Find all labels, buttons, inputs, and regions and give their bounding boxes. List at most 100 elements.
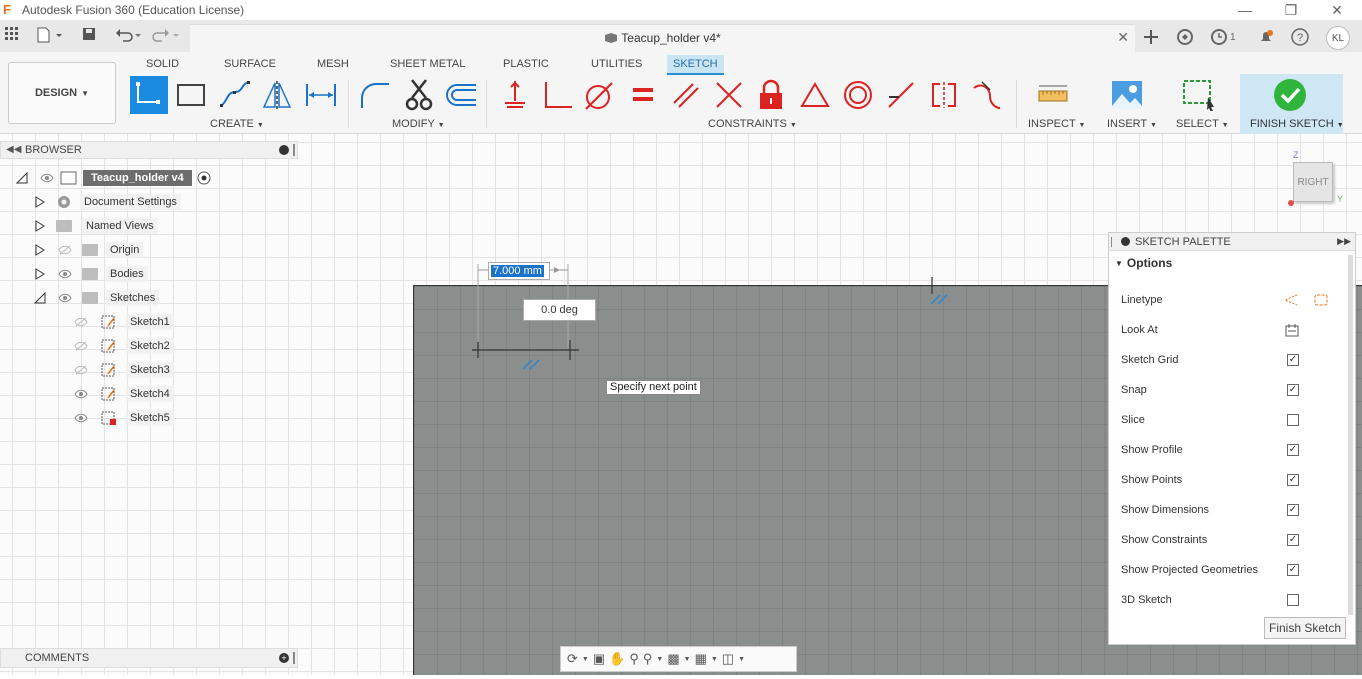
browser-item-sketches[interactable]: Sketches [34,288,160,308]
palette-row-label: Slice [1121,414,1145,426]
visibility-eye-icon[interactable] [58,269,72,279]
length-dimension-value: 7.000 mm [491,265,544,277]
visibility-eye-icon[interactable] [58,293,72,303]
snap-checkbox[interactable]: ✓ [1287,384,1299,396]
angle-dimension-input[interactable]: 0.0 deg [523,299,596,321]
browser-sketch-row[interactable]: Sketch1 [74,312,174,332]
browser-sketch-row[interactable]: Sketch4 [74,384,174,404]
browser-sketch-row[interactable]: Sketch3 [74,360,174,380]
view-cube[interactable]: RIGHT [1293,162,1333,202]
centerline-linetype-icon[interactable] [1313,293,1329,307]
caret-down-icon[interactable]: ▼ [582,656,589,663]
look-at-nav-icon[interactable]: ▣ [593,651,605,667]
palette-row-label: Show Points [1121,474,1183,486]
caret-down-icon: ▼ [1115,258,1123,268]
browser-item-named-views[interactable]: Named Views [34,216,158,236]
pan-hand-icon[interactable]: ✋ [609,651,625,667]
construction-linetype-icon[interactable] [1283,293,1299,307]
parallel-constraint-glyph [930,294,948,305]
activate-radio-icon[interactable] [197,171,211,185]
caret-down-icon[interactable]: ▼ [684,656,691,663]
fit-zoom-icon[interactable]: ⚲ [643,651,653,667]
collapse-triangle-icon[interactable] [16,172,28,184]
palette-row-snap: Snap ✓ [1121,380,1341,400]
component-icon [60,171,77,185]
sketch-label: Sketch3 [126,362,174,378]
sketch-palette-header[interactable]: SKETCH PALETTE ▶▶ [1109,233,1355,251]
minimize-panel-icon[interactable] [279,145,289,155]
expand-triangle-icon[interactable] [34,268,46,280]
folder-icon [82,292,98,304]
browser-item-origin[interactable]: Origin [34,240,144,260]
show-dimensions-checkbox[interactable]: ✓ [1287,504,1299,516]
sketch-icon [101,363,115,377]
sketch-icon [101,339,115,353]
parallel-constraint-glyph [522,359,540,370]
hidden-eye-icon[interactable] [74,365,88,375]
axis-y-label: Y [1337,194,1344,204]
cursor-tooltip: Specify next point [606,380,701,395]
browser-root-node[interactable]: Teacup_holder v4 [16,168,211,188]
hidden-eye-icon[interactable] [74,341,88,351]
finish-sketch-button[interactable]: Finish Sketch [1264,617,1346,639]
add-comment-icon[interactable]: + [279,653,289,663]
browser-item-document-settings[interactable]: Document Settings [34,192,181,212]
grid-settings-icon[interactable]: ▦ [695,651,707,667]
hidden-eye-icon[interactable] [58,245,72,255]
visibility-eye-icon[interactable] [74,389,88,399]
caret-down-icon[interactable]: ▼ [711,656,718,663]
browser-item-label: Sketches [106,290,160,306]
palette-row-label: Show Profile [1121,444,1183,456]
expand-panel-icon[interactable]: ▶▶ [1337,236,1351,247]
visibility-eye-icon[interactable] [40,173,54,183]
expand-triangle-icon[interactable] [34,196,46,208]
panel-resize-handle[interactable] [293,144,295,156]
collapse-triangle-icon[interactable] [34,292,46,304]
visibility-eye-icon[interactable] [74,413,88,423]
root-component-label: Teacup_holder v4 [83,170,192,186]
palette-row-linetype: Linetype [1121,290,1341,310]
navigation-bar: ⟳ ▼ ▣ ✋ ⚲ ⚲ ▼ ▩ ▼ ▦ ▼ ◫ ▼ [560,646,797,672]
panel-resize-handle[interactable] [293,652,295,664]
browser-panel-header[interactable]: ◀◀ BROWSER [0,141,298,159]
sketch-active-icon [101,411,116,425]
palette-row-show-projected-geometries: Show Projected Geometries ✓ [1121,560,1341,580]
browser-sketch-row[interactable]: Sketch5 [74,408,174,428]
sketch-label: Sketch1 [126,314,174,330]
slice-checkbox[interactable] [1287,414,1299,426]
folder-icon [56,220,72,232]
sketch-icon [101,387,115,401]
browser-item-label: Named Views [82,218,158,234]
zoom-icon[interactable]: ⚲ [629,651,639,667]
show-projected-geometries-checkbox[interactable]: ✓ [1287,564,1299,576]
viewports-icon[interactable]: ◫ [722,651,734,667]
options-section-header[interactable]: ▼ Options [1109,251,1355,275]
show-constraints-checkbox[interactable]: ✓ [1287,534,1299,546]
3d-sketch-checkbox[interactable] [1287,594,1299,606]
comments-title: COMMENTS [25,652,90,664]
palette-scrollbar[interactable] [1348,255,1353,615]
show-points-checkbox[interactable]: ✓ [1287,474,1299,486]
sketch-label: Sketch5 [126,410,174,426]
hidden-eye-icon[interactable] [74,317,88,327]
look-at-icon[interactable] [1284,323,1300,337]
browser-item-label: Bodies [106,266,148,282]
caret-down-icon[interactable]: ▼ [738,656,745,663]
browser-sketch-row[interactable]: Sketch2 [74,336,174,356]
caret-down-icon[interactable]: ▼ [656,656,663,663]
sketch-line[interactable] [472,340,579,360]
orbit-icon[interactable]: ⟳ [567,651,578,667]
length-dimension-input[interactable]: 7.000 mm [488,262,550,280]
comments-panel-header[interactable]: COMMENTS + [0,648,298,668]
display-settings-icon[interactable]: ▩ [667,651,679,667]
expand-triangle-icon[interactable] [34,244,46,256]
collapse-panel-icon[interactable]: ◀◀ [6,144,21,155]
sketch-grid-checkbox[interactable]: ✓ [1287,354,1299,366]
palette-row-label: Linetype [1121,294,1163,306]
minimize-panel-icon[interactable] [1121,237,1130,246]
expand-triangle-icon[interactable] [34,220,46,232]
panel-resize-handle[interactable] [1111,236,1113,247]
folder-icon [82,268,98,280]
show-profile-checkbox[interactable]: ✓ [1287,444,1299,456]
browser-item-bodies[interactable]: Bodies [34,264,148,284]
